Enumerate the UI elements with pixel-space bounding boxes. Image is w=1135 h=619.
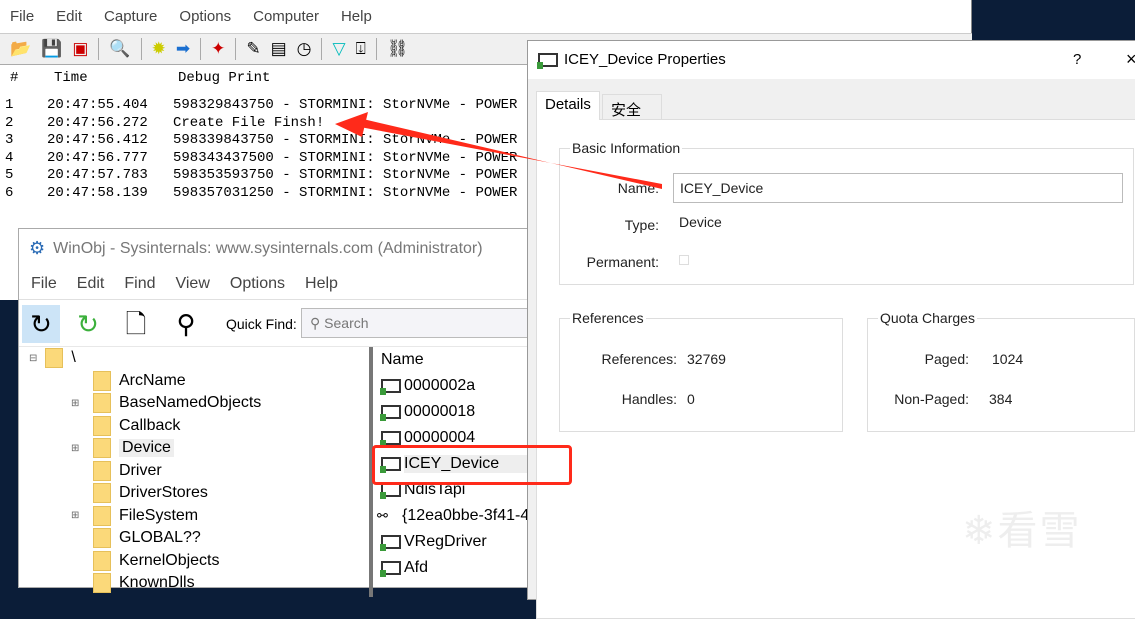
red-arrow-annotation	[335, 112, 662, 189]
tab-details[interactable]: Details	[536, 91, 600, 120]
